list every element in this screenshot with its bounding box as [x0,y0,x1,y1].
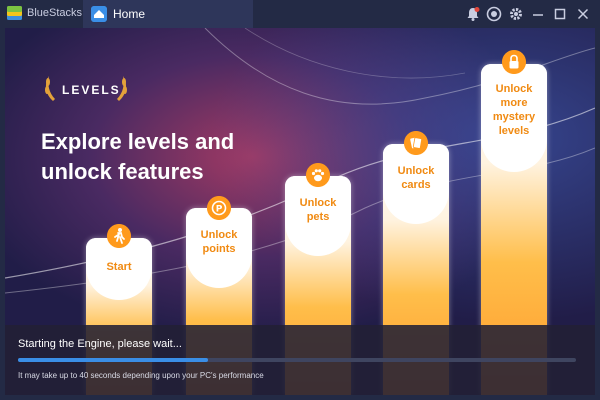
bluestacks-window: BlueStacks Home LEVELS Explore levels an… [0,0,600,400]
maximize-icon[interactable] [552,6,568,22]
tab-home[interactable]: Home [83,0,253,28]
loading-note-text: It may take up to 40 seconds depending u… [18,371,264,380]
window-frame-right [595,28,600,395]
person-walking-icon [107,224,131,248]
tab-home-label: Home [113,7,146,21]
loading-status-text: Starting the Engine, please wait... [18,338,182,350]
minimize-icon[interactable] [530,6,546,22]
levels-promo-screen: LEVELS Explore levels and unlock feature… [5,28,595,395]
levels-badge-label: LEVELS [62,83,121,97]
title-bar: BlueStacks Home [0,0,600,28]
pillar-label-pets: Unlock pets [299,197,337,223]
points-coin-icon: P [207,196,231,220]
loading-progress-bar [18,358,576,362]
notification-bell-icon[interactable] [465,6,481,22]
app-name: BlueStacks [27,7,83,19]
headline-line-1: Explore levels and [41,129,235,154]
engine-loading-panel: Starting the Engine, please wait... It m… [5,325,595,395]
svg-text:P: P [216,205,223,215]
pillar-label-points: Unlock points [200,229,238,255]
window-frame-bottom [0,395,600,400]
settings-gear-icon[interactable] [508,6,524,22]
bluestacks-logo-icon [7,6,22,20]
loading-progress-fill [18,358,208,362]
home-icon [91,6,107,22]
pillar-label-mystery: Unlock more mystery levels [492,83,536,137]
pillar-label-start: Start [106,261,132,273]
pillar-label-cards: Unlock cards [397,165,435,191]
account-icon[interactable] [486,6,502,22]
paw-icon [306,163,330,187]
close-icon[interactable] [575,6,591,22]
cards-icon [404,131,428,155]
headline-line-2: unlock features [41,159,204,184]
lock-icon [502,50,526,74]
